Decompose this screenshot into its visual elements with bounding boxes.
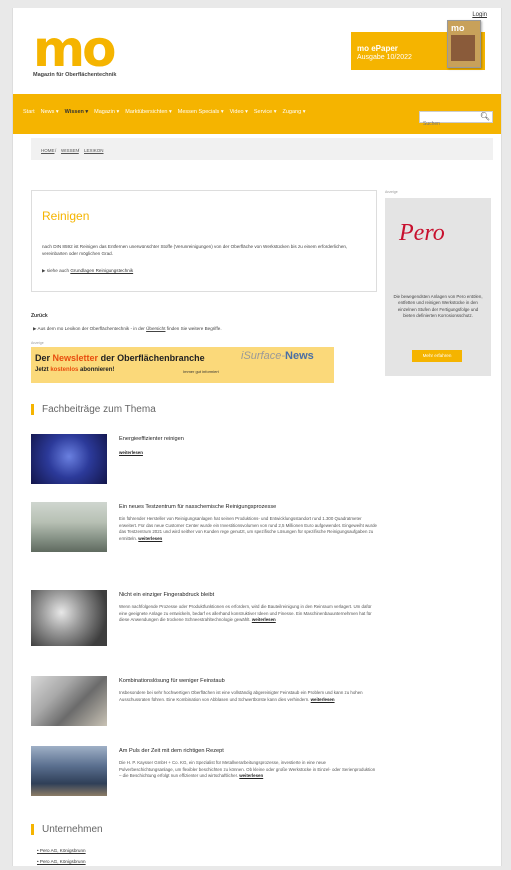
nav-item-magazin[interactable]: Magazin ▾ <box>94 109 119 115</box>
lexikon-hint: ▶ Aus dem mo Lexikon der Oberflächentech… <box>33 326 222 332</box>
ad-label: Anzeige <box>31 341 44 345</box>
article-more-wrap: weiterlesen <box>119 450 377 457</box>
see-also: ▶ siehe auch Grundlagen Reinigungstechni… <box>42 268 133 274</box>
article-text: Ein führender Hersteller von Reinigungsa… <box>119 516 377 542</box>
sidebar-ad-text: Die bewegendsten Anlagen von Pero entöle… <box>393 294 483 319</box>
newsletter-banner[interactable]: Der Newsletter der Oberflächenbranche Je… <box>31 347 334 383</box>
epaper-cover-image: mo <box>447 20 481 68</box>
article-text: Insbesondere bei sehr hochwertigen Oberf… <box>119 690 377 703</box>
see-also-prefix: ▶ siehe auch <box>42 268 70 273</box>
nav-item-marktuebersichten[interactable]: Marktübersichten ▾ <box>125 109 171 115</box>
search-icon[interactable]: 🔍︎ <box>480 112 490 122</box>
article-item: Ein neues Testzentrum für nasschemische … <box>31 502 377 558</box>
page: Login mo Magazin für Oberflächentechnik … <box>12 8 502 866</box>
definition-text: nach DIN 8592 ist Reinigen das Entfernen… <box>42 244 348 256</box>
logo-subtitle: Magazin für Oberflächentechnik <box>33 72 117 78</box>
search-box: 🔍︎ <box>419 111 493 129</box>
article-item: Energieeffizienter reinigen weiterlesen <box>31 434 377 486</box>
article-title[interactable]: Nicht ein einziger Fingerabdruck bleibt <box>119 592 214 598</box>
breadcrumb-lexikon[interactable]: LEXIKON <box>84 148 104 153</box>
company-link[interactable]: • Pero AG, Königsbrunn <box>37 859 86 864</box>
newsletter-word-jetzt: Jetzt <box>35 367 49 373</box>
article-title[interactable]: Ein neues Testzentrum für nasschemische … <box>119 504 276 510</box>
epaper-cover-photo <box>451 35 475 61</box>
breadcrumb-wissen[interactable]: WISSEN <box>61 148 79 153</box>
epaper-cover-logo: mo <box>451 23 465 33</box>
article-image[interactable] <box>31 434 107 484</box>
article-text: Wenn nachfolgende Prozesse oder Produktf… <box>119 604 377 624</box>
epaper-title: mo ePaper <box>357 44 398 53</box>
page-title: Reinigen <box>42 209 90 223</box>
epaper-banner[interactable]: mo ePaper Ausgabe 10/2022 mo <box>351 20 485 70</box>
breadcrumb-separator: / <box>55 148 57 153</box>
section-heading-articles: Fachbeiträge zum Thema <box>31 404 156 415</box>
article-text: Die H. P. Kaysser GmbH + Co. KG, ein Spe… <box>119 760 377 780</box>
nav-item-messen[interactable]: Messen Specials ▾ <box>178 109 224 115</box>
back-link[interactable]: Zurück <box>31 313 48 319</box>
newsletter-word-branche: der Oberflächenbranche <box>100 353 205 363</box>
newsletter-word-kostenlos: kostenlos <box>50 367 79 373</box>
company-link[interactable]: • Pero AG, Königsbrunn <box>37 848 86 853</box>
login-link[interactable]: Login <box>472 12 487 18</box>
article-item: Nicht ein einziger Fingerabdruck bleibt … <box>31 590 377 646</box>
sidebar-ad-label: Anzeige <box>385 190 398 194</box>
newsletter-word-newsletter: Newsletter <box>52 353 99 363</box>
read-more-link[interactable]: weiterlesen <box>239 773 263 778</box>
newsletter-brand-a: iSurface- <box>241 350 286 362</box>
see-also-link[interactable]: Grundlagen Reinigungstechnik <box>70 268 133 273</box>
lexikon-hint-prefix: ▶ Aus dem mo Lexikon der Oberflächentech… <box>33 326 145 331</box>
pero-logo: Pero <box>399 220 445 246</box>
definition-box: Reinigen nach DIN 8592 ist Reinigen das … <box>31 190 377 292</box>
section-heading-companies: Unternehmen <box>31 824 103 835</box>
article-item: Kombinationslösung für weniger Feinstaub… <box>31 676 377 728</box>
company-name: Pero AG, Königsbrunn <box>39 848 86 853</box>
article-text-body: Wenn nachfolgende Prozesse oder Produktf… <box>119 604 372 623</box>
article-image[interactable] <box>31 590 107 646</box>
read-more-link[interactable]: weiterlesen <box>252 617 276 622</box>
article-title[interactable]: Am Puls der Zeit mit dem richtigen Rezep… <box>119 748 224 754</box>
nav-item-video[interactable]: Video ▾ <box>230 109 248 115</box>
read-more-link[interactable]: weiterlesen <box>311 697 335 702</box>
mehr-erfahren-button[interactable]: Mehr erfahren <box>412 350 462 362</box>
epaper-issue: Ausgabe 10/2022 <box>357 54 412 61</box>
newsletter-brand: iSurface-News <box>241 350 314 362</box>
article-image[interactable] <box>31 676 107 726</box>
logo-text: mo <box>33 20 116 78</box>
company-list: • Pero AG, Königsbrunn • Pero AG, Königs… <box>37 848 86 870</box>
article-image[interactable] <box>31 746 107 796</box>
site-logo[interactable]: mo Magazin für Oberflächentechnik <box>33 24 116 78</box>
article-item: Am Puls der Zeit mit dem richtigen Rezep… <box>31 746 377 802</box>
read-more-link[interactable]: weiterlesen <box>138 536 162 541</box>
article-image[interactable] <box>31 502 107 552</box>
nav-item-wissen[interactable]: Wissen ▾ <box>65 109 89 115</box>
sidebar: Anzeige Pero Die bewegendsten Anlagen vo… <box>385 190 491 376</box>
newsletter-word-abonnieren: abonnieren! <box>80 367 115 373</box>
newsletter-word-der: Der <box>35 353 51 363</box>
search-input[interactable] <box>420 119 482 129</box>
company-name: Pero AG, Königsbrunn <box>39 859 86 864</box>
nav-item-service[interactable]: Service ▾ <box>254 109 277 115</box>
breadcrumb-home[interactable]: HOME <box>41 148 55 153</box>
lexikon-hint-suffix: finden Sie weitere Begriffe. <box>166 326 222 331</box>
nav-item-news[interactable]: News ▾ <box>41 109 59 115</box>
newsletter-cta: Jetzt kostenlos abonnieren! <box>35 367 114 373</box>
article-title[interactable]: Kombinationslösung für weniger Feinstaub <box>119 678 225 684</box>
article-title[interactable]: Energieeffizienter reinigen <box>119 436 184 442</box>
breadcrumb: HOME / WISSEN / LEXIKON <box>31 138 493 160</box>
nav-item-start[interactable]: Start <box>23 109 35 115</box>
newsletter-tagline: Immer gut informiert <box>183 369 219 374</box>
read-more-link[interactable]: weiterlesen <box>119 450 143 455</box>
overview-link[interactable]: Übersicht <box>146 326 165 331</box>
breadcrumb-separator: / <box>78 148 80 153</box>
newsletter-brand-b: News <box>285 350 314 362</box>
sidebar-ad[interactable]: Pero Die bewegendsten Anlagen von Pero e… <box>385 198 491 376</box>
newsletter-headline: Der Newsletter der Oberflächenbranche <box>35 353 205 363</box>
nav-item-zugang[interactable]: Zugang ▾ <box>283 109 306 115</box>
